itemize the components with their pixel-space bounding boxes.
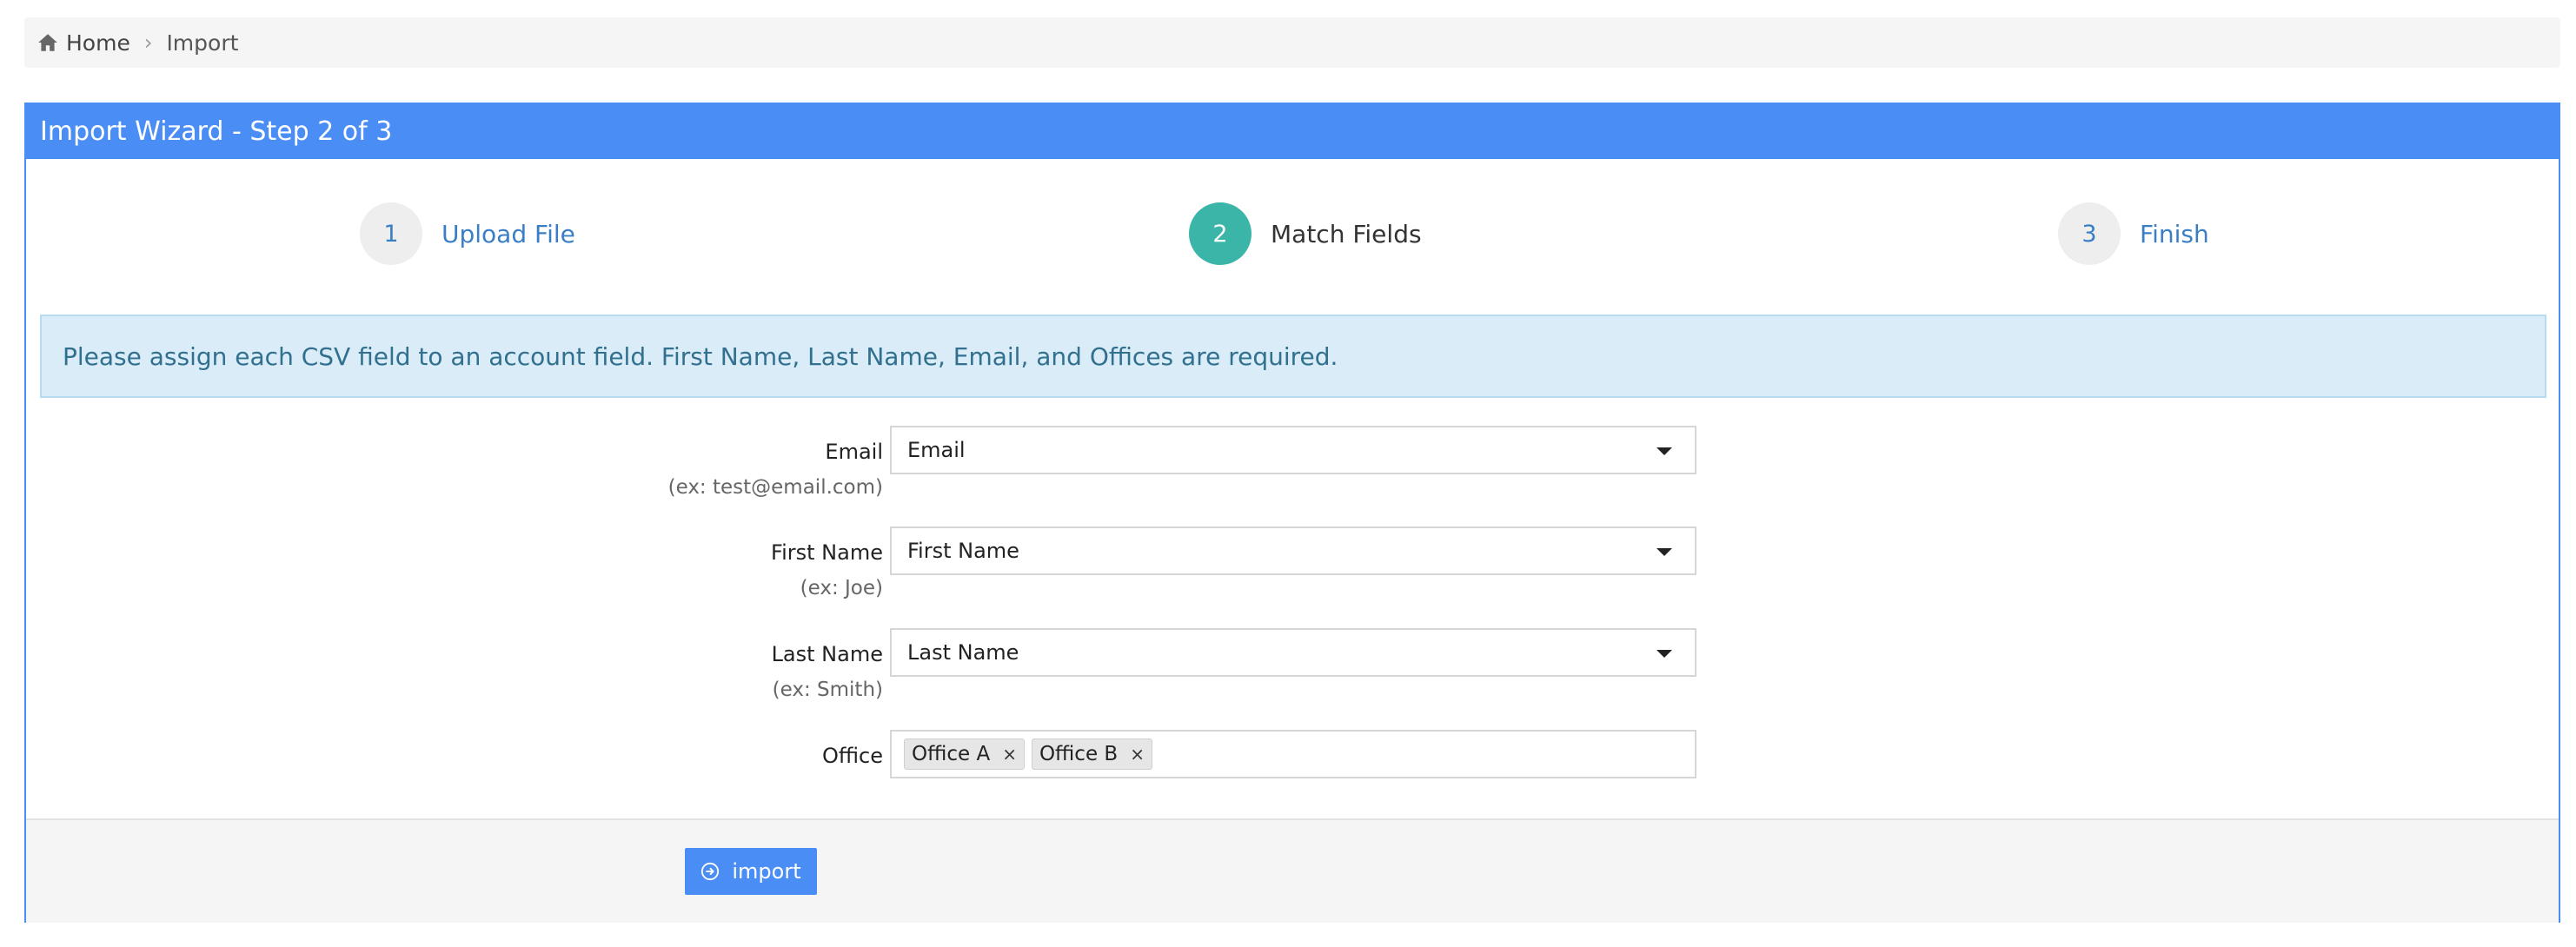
email-label: Email (ex: test@email.com) bbox=[668, 440, 883, 499]
last-name-select-value: Last Name bbox=[907, 640, 1019, 665]
caret-down-icon bbox=[1656, 548, 1672, 556]
import-button-label: import bbox=[732, 859, 801, 884]
last-name-select[interactable]: Last Name bbox=[890, 628, 1696, 677]
last-name-label-text: Last Name bbox=[771, 642, 883, 666]
arrow-circle-right-icon bbox=[701, 862, 720, 881]
caret-down-icon bbox=[1656, 447, 1672, 455]
breadcrumb: Home › Import bbox=[24, 17, 2560, 68]
step-label: Upload File bbox=[442, 219, 575, 248]
office-tag-label: Office A bbox=[912, 743, 991, 765]
step-upload-file[interactable]: 1 Upload File bbox=[360, 202, 575, 265]
email-select[interactable]: Email bbox=[890, 426, 1696, 474]
last-name-hint: (ex: Smith) bbox=[772, 679, 883, 701]
remove-tag-icon[interactable]: × bbox=[1002, 744, 1017, 765]
info-alert: Please assign each CSV field to an accou… bbox=[40, 315, 2546, 398]
step-label: Match Fields bbox=[1271, 219, 1422, 248]
step-number: 2 bbox=[1189, 202, 1251, 265]
first-name-label: First Name (ex: Joe) bbox=[771, 540, 883, 599]
office-label: Office bbox=[821, 744, 883, 768]
email-label-text: Email bbox=[825, 440, 883, 464]
step-match-fields: 2 Match Fields bbox=[1189, 202, 1422, 265]
home-icon bbox=[38, 34, 57, 51]
first-name-hint: (ex: Joe) bbox=[800, 577, 883, 599]
email-select-value: Email bbox=[907, 438, 966, 462]
wizard-steps: 1 Upload File 2 Match Fields 3 Finish bbox=[26, 159, 2559, 307]
import-wizard-panel: Import Wizard - Step 2 of 3 1 Upload Fil… bbox=[24, 103, 2560, 923]
office-multiselect[interactable]: Office A × Office B × bbox=[890, 730, 1696, 778]
office-tag: Office A × bbox=[904, 738, 1025, 770]
first-name-select[interactable]: First Name bbox=[890, 526, 1696, 575]
step-label: Finish bbox=[2140, 219, 2209, 248]
remove-tag-icon[interactable]: × bbox=[1130, 744, 1145, 765]
panel-footer: import bbox=[26, 818, 2559, 923]
caret-down-icon bbox=[1656, 650, 1672, 658]
first-name-label-text: First Name bbox=[771, 540, 883, 565]
step-number: 3 bbox=[2058, 202, 2121, 265]
office-tag-label: Office B bbox=[1039, 743, 1119, 765]
step-finish[interactable]: 3 Finish bbox=[2058, 202, 2209, 265]
last-name-label: Last Name (ex: Smith) bbox=[772, 642, 883, 701]
breadcrumb-home-link[interactable]: Home bbox=[66, 30, 130, 56]
first-name-select-value: First Name bbox=[907, 539, 1019, 563]
step-number: 1 bbox=[360, 202, 422, 265]
panel-title: Import Wizard - Step 2 of 3 bbox=[26, 104, 2559, 159]
chevron-right-icon: › bbox=[143, 30, 153, 55]
office-tag: Office B × bbox=[1031, 738, 1152, 770]
breadcrumb-current: Import bbox=[166, 30, 239, 56]
import-button[interactable]: import bbox=[685, 848, 817, 895]
email-hint: (ex: test@email.com) bbox=[667, 476, 883, 499]
